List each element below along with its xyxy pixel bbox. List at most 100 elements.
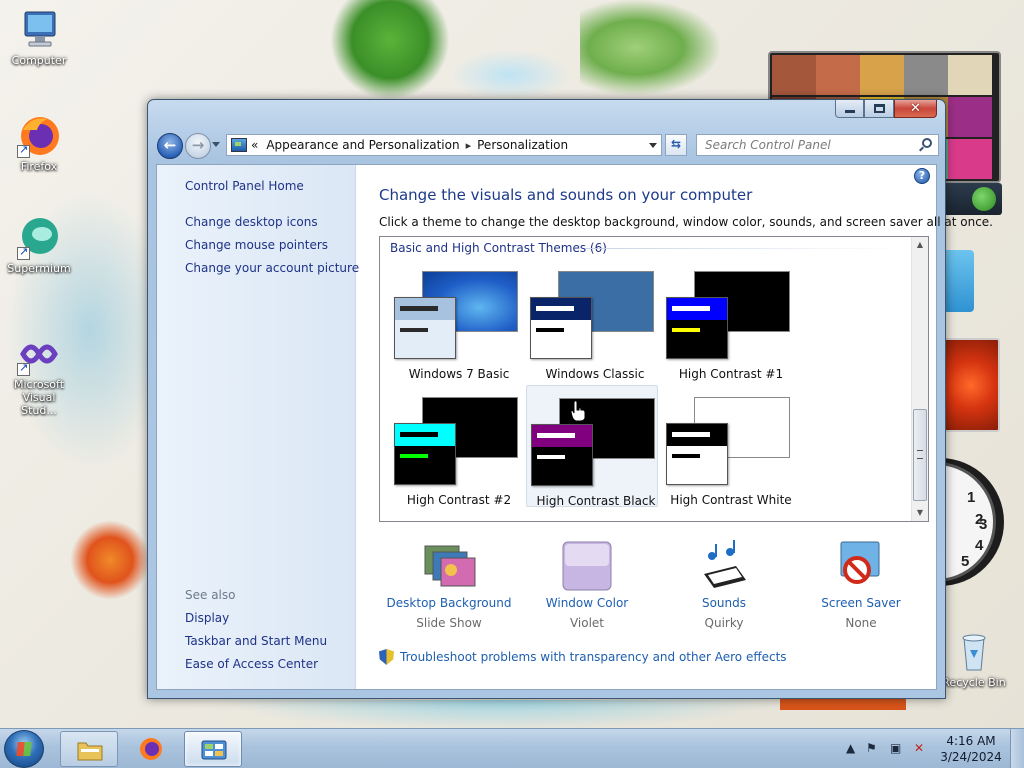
desktop-icon-label: Recycle Bin: [942, 676, 1006, 689]
wallpaper-shape: [580, 0, 720, 95]
close-icon: ✕: [910, 101, 921, 116]
scroll-up-icon[interactable]: ▲: [912, 237, 928, 253]
address-bar[interactable]: « Appearance and Personalization ▸ Perso…: [226, 134, 662, 156]
troubleshoot-link[interactable]: Troubleshoot problems with transparency …: [379, 649, 787, 665]
theme-name: High Contrast #1: [678, 367, 784, 381]
firefox-icon: [140, 738, 162, 760]
theme-tile[interactable]: High Contrast White: [666, 389, 798, 511]
theme-group-header[interactable]: Basic and High Contrast Themes (6): [390, 241, 607, 255]
desktop-icon-label: Supermium: [7, 262, 71, 275]
tile-title[interactable]: Screen Saver: [791, 596, 931, 610]
theme-preview-bar: [400, 306, 438, 311]
hand-cursor-icon: [570, 400, 586, 422]
desktop-icon-recycle-bin[interactable]: Recycle Bin: [938, 630, 1010, 689]
search-icon[interactable]: [922, 138, 932, 148]
desktop-icon-firefox[interactable]: Firefox: [3, 114, 75, 173]
theme-window-preview: [530, 297, 592, 359]
show-desktop-button[interactable]: [1010, 729, 1024, 768]
taskbar-firefox-button[interactable]: [122, 731, 180, 767]
display-link[interactable]: Display: [185, 611, 229, 625]
main-panel: ? Change the visuals and sounds on your …: [357, 165, 993, 689]
control-panel-icon: [231, 138, 247, 152]
scroll-thumb[interactable]: [913, 409, 927, 501]
change-account-picture-link[interactable]: Change your account picture: [185, 261, 359, 275]
control-panel-home-link[interactable]: Control Panel Home: [185, 179, 304, 193]
network-icon[interactable]: ▣: [890, 741, 901, 755]
desktop-background-tile[interactable]: Desktop Background Slide Show: [379, 540, 519, 630]
clock-gadget[interactable]: 1 2 3 4 5: [940, 458, 1004, 586]
tile-title[interactable]: Sounds: [654, 596, 794, 610]
desktop-icon-computer[interactable]: Computer: [3, 8, 75, 67]
forward-arrow-icon: →: [191, 136, 205, 154]
theme-tile[interactable]: High Contrast #1: [666, 263, 798, 385]
breadcrumb-personalization[interactable]: Personalization: [477, 138, 568, 152]
maximize-button[interactable]: [864, 100, 894, 118]
change-desktop-icons-link[interactable]: Change desktop icons: [185, 215, 318, 229]
theme-tile[interactable]: High Contrast #2: [394, 389, 526, 511]
taskbar: ▲ ⚑ ▣ ✕ 4:16 AM 3/24/2024: [0, 728, 1024, 768]
taskbar-control-panel-button[interactable]: [184, 731, 242, 767]
taskbar-start-menu-link[interactable]: Taskbar and Start Menu: [185, 634, 327, 648]
action-center-flag-icon[interactable]: ⚑: [866, 741, 877, 755]
recent-pages-dropdown[interactable]: [212, 142, 220, 147]
theme-list[interactable]: Basic and High Contrast Themes (6) Windo…: [379, 236, 929, 522]
theme-tile[interactable]: High Contrast Black: [526, 385, 658, 508]
breadcrumb-separator-icon[interactable]: ▸: [466, 139, 472, 152]
scroll-down-icon[interactable]: ▼: [912, 505, 928, 521]
tile-title[interactable]: Desktop Background: [379, 596, 519, 610]
folder-icon: [77, 742, 103, 761]
theme-window-titlebar: [667, 424, 727, 446]
see-also-heading: See also: [185, 588, 236, 602]
back-button[interactable]: ←: [157, 133, 183, 159]
ease-of-access-link[interactable]: Ease of Access Center: [185, 657, 318, 671]
picture-gadget[interactable]: [942, 338, 1000, 432]
troubleshoot-link-label[interactable]: Troubleshoot problems with transparency …: [400, 650, 787, 664]
theme-preview-bar: [672, 306, 710, 311]
change-mouse-pointers-link[interactable]: Change mouse pointers: [185, 238, 328, 252]
window-color-tile[interactable]: Window Color Violet: [517, 540, 657, 630]
sidebar: Control Panel Home Change desktop icons …: [157, 165, 359, 689]
firefox-icon: [17, 114, 61, 158]
forward-button[interactable]: →: [185, 133, 211, 159]
theme-preview-bar: [536, 328, 564, 332]
clock-number: 5: [961, 553, 970, 570]
theme-preview-bar: [672, 328, 700, 332]
address-dropdown-icon[interactable]: [649, 143, 657, 148]
search-placeholder: Search Control Panel: [705, 138, 831, 152]
refresh-button[interactable]: ⇆: [665, 134, 687, 156]
minimize-button[interactable]: [835, 100, 864, 118]
breadcrumb-appearance[interactable]: Appearance and Personalization: [266, 138, 459, 152]
theme-window-preview: [666, 297, 728, 359]
tile-title[interactable]: Window Color: [517, 596, 657, 610]
windows-orb-icon: [972, 187, 996, 211]
search-input[interactable]: Search Control Panel: [696, 134, 939, 156]
page-title: Change the visuals and sounds on your co…: [379, 186, 753, 204]
volume-muted-icon[interactable]: ✕: [914, 741, 924, 755]
close-button[interactable]: ✕: [894, 100, 937, 118]
theme-preview-bar: [672, 432, 710, 437]
wallpaper-shape: [220, 700, 780, 730]
start-button[interactable]: [4, 730, 44, 768]
theme-tile[interactable]: Windows Classic: [530, 263, 662, 385]
screen-saver-tile[interactable]: Screen Saver None: [791, 540, 931, 630]
personalization-window[interactable]: ✕ ← → « Appearance and Personalization ▸…: [147, 99, 993, 699]
desktop-icon-supermium[interactable]: Supermium: [3, 216, 75, 275]
theme-list-scrollbar[interactable]: ▲ ▼: [911, 237, 928, 521]
back-arrow-icon: ←: [163, 136, 177, 154]
clock-number: 1: [967, 489, 976, 506]
window-content: Control Panel Home Change desktop icons …: [156, 164, 993, 690]
breadcrumb-overflow[interactable]: «: [251, 138, 258, 152]
help-icon[interactable]: ?: [914, 168, 930, 184]
taskbar-clock[interactable]: 4:16 AM 3/24/2024: [940, 733, 1002, 765]
show-hidden-icons-icon[interactable]: ▲: [846, 741, 855, 755]
tile-value: Quirky: [704, 616, 744, 630]
desktop-icon-visual-studio[interactable]: Microsoft Visual Stud...: [3, 332, 75, 417]
tile-value: Slide Show: [416, 616, 482, 630]
theme-tile[interactable]: Windows 7 Basic: [394, 263, 526, 385]
theme-window-titlebar: [667, 298, 727, 320]
maximize-icon: [873, 104, 885, 113]
control-panel-icon: [201, 740, 227, 760]
sounds-tile[interactable]: Sounds Quirky: [654, 540, 794, 630]
theme-name: Windows Classic: [545, 367, 645, 381]
taskbar-explorer-button[interactable]: [60, 731, 118, 767]
